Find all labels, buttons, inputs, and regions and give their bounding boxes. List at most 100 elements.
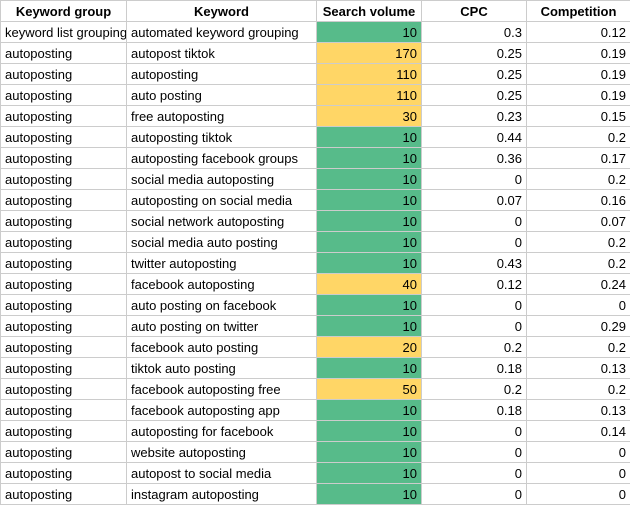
cell-volume: 10 bbox=[317, 22, 422, 43]
cell-keyword: facebook autoposting bbox=[127, 274, 317, 295]
cell-volume: 10 bbox=[317, 463, 422, 484]
cell-volume: 170 bbox=[317, 43, 422, 64]
cell-group: autoposting bbox=[1, 274, 127, 295]
cell-competition: 0.2 bbox=[527, 253, 630, 274]
cell-volume: 10 bbox=[317, 169, 422, 190]
cell-keyword: social media autoposting bbox=[127, 169, 317, 190]
table-row: autopostingautoposting on social media10… bbox=[1, 190, 630, 211]
cell-group: autoposting bbox=[1, 64, 127, 85]
cell-competition: 0.14 bbox=[527, 421, 630, 442]
cell-competition: 0 bbox=[527, 442, 630, 463]
cell-volume: 10 bbox=[317, 421, 422, 442]
cell-keyword: auto posting on twitter bbox=[127, 316, 317, 337]
cell-keyword: autoposting bbox=[127, 64, 317, 85]
cell-keyword: instagram autoposting bbox=[127, 484, 317, 505]
cell-keyword: autopost tiktok bbox=[127, 43, 317, 64]
cell-volume: 10 bbox=[317, 295, 422, 316]
table-row: autopostingsocial network autoposting100… bbox=[1, 211, 630, 232]
cell-competition: 0.2 bbox=[527, 232, 630, 253]
cell-keyword: website autoposting bbox=[127, 442, 317, 463]
table-row: autopostingauto posting1100.250.19 bbox=[1, 85, 630, 106]
table-row: autopostingauto posting on twitter1000.2… bbox=[1, 316, 630, 337]
cell-cpc: 0 bbox=[422, 421, 527, 442]
cell-competition: 0.2 bbox=[527, 169, 630, 190]
cell-cpc: 0.25 bbox=[422, 85, 527, 106]
cell-cpc: 0.07 bbox=[422, 190, 527, 211]
table-row: autopostingauto posting on facebook1000 bbox=[1, 295, 630, 316]
cell-cpc: 0.18 bbox=[422, 400, 527, 421]
cell-group: autoposting bbox=[1, 379, 127, 400]
cell-competition: 0.2 bbox=[527, 337, 630, 358]
cell-keyword: autoposting on social media bbox=[127, 190, 317, 211]
table-row: autopostingsocial media autoposting1000.… bbox=[1, 169, 630, 190]
table-row: keyword list groupingautomated keyword g… bbox=[1, 22, 630, 43]
cell-group: autoposting bbox=[1, 169, 127, 190]
cell-volume: 10 bbox=[317, 211, 422, 232]
cell-competition: 0.29 bbox=[527, 316, 630, 337]
cell-cpc: 0.18 bbox=[422, 358, 527, 379]
table-row: autopostingautopost to social media1000 bbox=[1, 463, 630, 484]
cell-competition: 0.19 bbox=[527, 85, 630, 106]
cell-keyword: autoposting facebook groups bbox=[127, 148, 317, 169]
cell-group: autoposting bbox=[1, 316, 127, 337]
cell-cpc: 0.25 bbox=[422, 64, 527, 85]
cell-keyword: automated keyword grouping bbox=[127, 22, 317, 43]
cell-keyword: twitter autoposting bbox=[127, 253, 317, 274]
table-row: autopostingwebsite autoposting1000 bbox=[1, 442, 630, 463]
cell-group: autoposting bbox=[1, 421, 127, 442]
cell-volume: 10 bbox=[317, 400, 422, 421]
cell-volume: 30 bbox=[317, 106, 422, 127]
cell-group: autoposting bbox=[1, 190, 127, 211]
cell-cpc: 0 bbox=[422, 484, 527, 505]
cell-volume: 10 bbox=[317, 484, 422, 505]
cell-cpc: 0 bbox=[422, 316, 527, 337]
cell-cpc: 0.2 bbox=[422, 337, 527, 358]
table-row: autopostingtwitter autoposting100.430.2 bbox=[1, 253, 630, 274]
cell-volume: 10 bbox=[317, 358, 422, 379]
cell-competition: 0.2 bbox=[527, 379, 630, 400]
cell-keyword: auto posting bbox=[127, 85, 317, 106]
cell-group: autoposting bbox=[1, 463, 127, 484]
cell-group: autoposting bbox=[1, 148, 127, 169]
header-competition: Competition bbox=[527, 1, 630, 22]
cell-competition: 0.24 bbox=[527, 274, 630, 295]
cell-volume: 50 bbox=[317, 379, 422, 400]
cell-volume: 10 bbox=[317, 232, 422, 253]
cell-competition: 0.17 bbox=[527, 148, 630, 169]
table-row: autopostingsocial media auto posting1000… bbox=[1, 232, 630, 253]
cell-cpc: 0.44 bbox=[422, 127, 527, 148]
cell-keyword: social network autoposting bbox=[127, 211, 317, 232]
cell-competition: 0.19 bbox=[527, 43, 630, 64]
cell-volume: 10 bbox=[317, 148, 422, 169]
cell-group: autoposting bbox=[1, 43, 127, 64]
table-row: autopostingautoposting tiktok100.440.2 bbox=[1, 127, 630, 148]
table-row: autopostingfacebook autoposting400.120.2… bbox=[1, 274, 630, 295]
cell-cpc: 0 bbox=[422, 295, 527, 316]
cell-group: autoposting bbox=[1, 400, 127, 421]
table-row: autopostingfacebook autoposting app100.1… bbox=[1, 400, 630, 421]
cell-competition: 0.15 bbox=[527, 106, 630, 127]
cell-cpc: 0.25 bbox=[422, 43, 527, 64]
cell-competition: 0.2 bbox=[527, 127, 630, 148]
keyword-table: Keyword group Keyword Search volume CPC … bbox=[0, 0, 630, 505]
cell-cpc: 0 bbox=[422, 463, 527, 484]
cell-keyword: social media auto posting bbox=[127, 232, 317, 253]
cell-competition: 0.19 bbox=[527, 64, 630, 85]
cell-keyword: auto posting on facebook bbox=[127, 295, 317, 316]
table-row: autopostingfacebook auto posting200.20.2 bbox=[1, 337, 630, 358]
header-cpc: CPC bbox=[422, 1, 527, 22]
header-group: Keyword group bbox=[1, 1, 127, 22]
cell-cpc: 0.36 bbox=[422, 148, 527, 169]
cell-keyword: autopost to social media bbox=[127, 463, 317, 484]
cell-keyword: facebook autoposting app bbox=[127, 400, 317, 421]
cell-volume: 10 bbox=[317, 442, 422, 463]
cell-competition: 0.13 bbox=[527, 358, 630, 379]
cell-competition: 0 bbox=[527, 295, 630, 316]
cell-volume: 10 bbox=[317, 316, 422, 337]
table-row: autopostingtiktok auto posting100.180.13 bbox=[1, 358, 630, 379]
cell-group: autoposting bbox=[1, 211, 127, 232]
cell-competition: 0 bbox=[527, 484, 630, 505]
cell-group: autoposting bbox=[1, 106, 127, 127]
header-keyword: Keyword bbox=[127, 1, 317, 22]
cell-volume: 40 bbox=[317, 274, 422, 295]
